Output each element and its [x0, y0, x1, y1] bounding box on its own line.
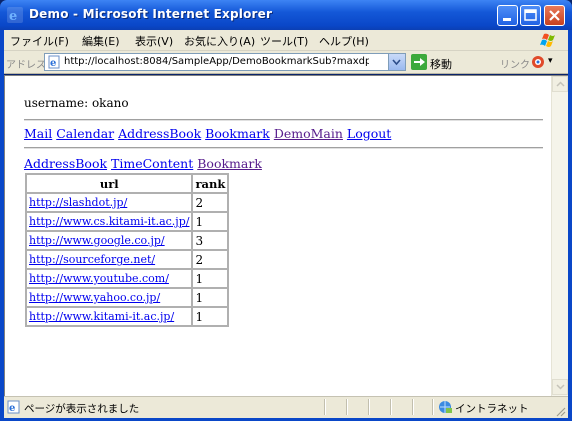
maximize-icon	[524, 9, 537, 21]
bookmark-link[interactable]: http://www.google.co.jp/	[29, 234, 165, 247]
go-button[interactable]: 移動	[411, 54, 461, 71]
go-label: 移動	[430, 58, 452, 71]
status-separator	[432, 399, 434, 415]
menu-edit[interactable]: 編集(E)	[82, 33, 120, 49]
address-bar: アドレス(D) e http://localhost:8084/SampleAp…	[4, 51, 568, 74]
nav-logout-link[interactable]: Logout	[347, 126, 391, 141]
table-row: http://www.kitami-it.ac.jp/ 1	[26, 307, 229, 326]
bookmark-link[interactable]: http://slashdot.jp/	[29, 196, 127, 209]
links-label[interactable]: リンク	[500, 56, 530, 71]
subnav-bookmark-link[interactable]: Bookmark	[197, 156, 262, 171]
nav-demomain-link[interactable]: DemoMain	[274, 126, 343, 141]
table-header-row: url rank	[26, 174, 229, 193]
rank-cell: 1	[192, 307, 229, 326]
status-separator	[346, 399, 348, 415]
menu-tools[interactable]: ツール(T)	[260, 33, 308, 49]
windows-logo-icon	[540, 33, 555, 47]
divider	[24, 147, 543, 149]
page-icon: e	[48, 55, 60, 69]
bookmark-link[interactable]: http://www.yahoo.co.jp/	[29, 291, 160, 304]
table-row: http://sourceforge.net/ 2	[26, 250, 229, 269]
svg-text:e: e	[9, 403, 15, 414]
subnav-addressbook-link[interactable]: AddressBook	[24, 156, 107, 171]
vertical-scrollbar[interactable]	[551, 76, 568, 396]
go-arrow-icon	[411, 54, 427, 70]
nav-addressbook-link[interactable]: AddressBook	[118, 126, 201, 141]
status-separator	[412, 399, 414, 415]
maximize-button[interactable]	[520, 5, 541, 26]
subnav-timecontent-link[interactable]: TimeContent	[111, 156, 193, 171]
table-row: http://www.yahoo.co.jp/ 1	[26, 288, 229, 307]
url-cell: http://www.youtube.com/	[26, 269, 193, 288]
url-cell: http://www.kitami-it.ac.jp/	[26, 307, 193, 326]
menu-favorites[interactable]: お気に入り(A)	[184, 33, 255, 49]
bookmark-table: url rank http://slashdot.jp/ 2 http://ww…	[25, 173, 230, 327]
username-line: username: okano	[24, 96, 129, 110]
main-nav: Mail Calendar AddressBook Bookmark DemoM…	[24, 126, 391, 141]
close-icon	[549, 10, 560, 21]
status-text: ページが表示されました	[24, 403, 140, 415]
page-done-icon: e	[7, 400, 20, 414]
table-row: http://slashdot.jp/ 2	[26, 193, 229, 212]
bookmark-link[interactable]: http://sourceforge.net/	[29, 253, 155, 266]
bookmark-link[interactable]: http://www.cs.kitami-it.ac.jp/	[29, 215, 189, 228]
rank-cell: 1	[192, 269, 229, 288]
bookmark-link[interactable]: http://www.youtube.com/	[29, 272, 169, 285]
menu-view[interactable]: 表示(V)	[135, 33, 173, 49]
security-zone-text: イントラネット	[455, 403, 529, 415]
column-header-rank: rank	[192, 174, 229, 193]
status-separator	[324, 399, 326, 415]
toolbar-extension-icon[interactable]	[530, 54, 546, 70]
table-row: http://www.youtube.com/ 1	[26, 269, 229, 288]
rank-cell: 2	[192, 193, 229, 212]
url-cell: http://www.yahoo.co.jp/	[26, 288, 193, 307]
scroll-down-button[interactable]	[552, 379, 568, 395]
menu-file[interactable]: ファイル(F)	[10, 33, 69, 49]
links-chevron-icon[interactable]: ▾	[548, 56, 553, 66]
svg-text:e: e	[50, 58, 56, 69]
rank-cell: 1	[192, 212, 229, 231]
url-cell: http://sourceforge.net/	[26, 250, 193, 269]
nav-bookmark-link[interactable]: Bookmark	[205, 126, 270, 141]
ie-icon: e	[7, 7, 23, 23]
bookmark-link[interactable]: http://www.kitami-it.ac.jp/	[29, 310, 174, 323]
divider	[24, 119, 543, 121]
menu-help[interactable]: ヘルプ(H)	[319, 33, 369, 49]
address-dropdown-button[interactable]	[388, 54, 405, 70]
svg-text:e: e	[9, 9, 17, 23]
status-separator	[390, 399, 392, 415]
scroll-up-button[interactable]	[552, 76, 568, 92]
rank-cell: 1	[192, 288, 229, 307]
nav-mail-link[interactable]: Mail	[24, 126, 52, 141]
address-url: http://localhost:8084/SampleApp/DemoBook…	[64, 56, 369, 67]
chevron-down-icon	[556, 384, 565, 390]
url-cell: http://www.cs.kitami-it.ac.jp/	[26, 212, 193, 231]
browser-window: e Demo - Microsoft Internet Explorer ファイ…	[0, 0, 572, 421]
resize-grip-icon[interactable]	[554, 405, 566, 417]
status-separator	[368, 399, 370, 415]
browser-viewport: username: okano Mail Calendar AddressBoo…	[4, 75, 568, 396]
address-input[interactable]: e http://localhost:8084/SampleApp/DemoBo…	[44, 53, 406, 71]
column-header-url: url	[26, 174, 193, 193]
chevron-up-icon	[556, 81, 565, 87]
web-page: username: okano Mail Calendar AddressBoo…	[5, 76, 553, 396]
window-frame-right	[568, 30, 572, 421]
sub-nav: AddressBook TimeContent Bookmark	[24, 156, 262, 171]
nav-calendar-link[interactable]: Calendar	[56, 126, 114, 141]
rank-cell: 3	[192, 231, 229, 250]
url-cell: http://www.google.co.jp/	[26, 231, 193, 250]
minimize-icon	[503, 18, 511, 21]
rank-cell: 2	[192, 250, 229, 269]
window-title: Demo - Microsoft Internet Explorer	[29, 7, 273, 21]
close-button[interactable]	[544, 5, 565, 26]
url-cell: http://slashdot.jp/	[26, 193, 193, 212]
menu-bar: ファイル(F) 編集(E) 表示(V) お気に入り(A) ツール(T) ヘルプ(…	[4, 30, 568, 51]
chevron-down-icon	[392, 59, 401, 66]
title-bar[interactable]: e Demo - Microsoft Internet Explorer	[0, 0, 572, 30]
status-bar: e ページが表示されました イントラネット	[4, 396, 568, 418]
table-row: http://www.cs.kitami-it.ac.jp/ 1	[26, 212, 229, 231]
minimize-button[interactable]	[497, 5, 518, 26]
table-row: http://www.google.co.jp/ 3	[26, 231, 229, 250]
intranet-zone-icon	[439, 401, 452, 413]
